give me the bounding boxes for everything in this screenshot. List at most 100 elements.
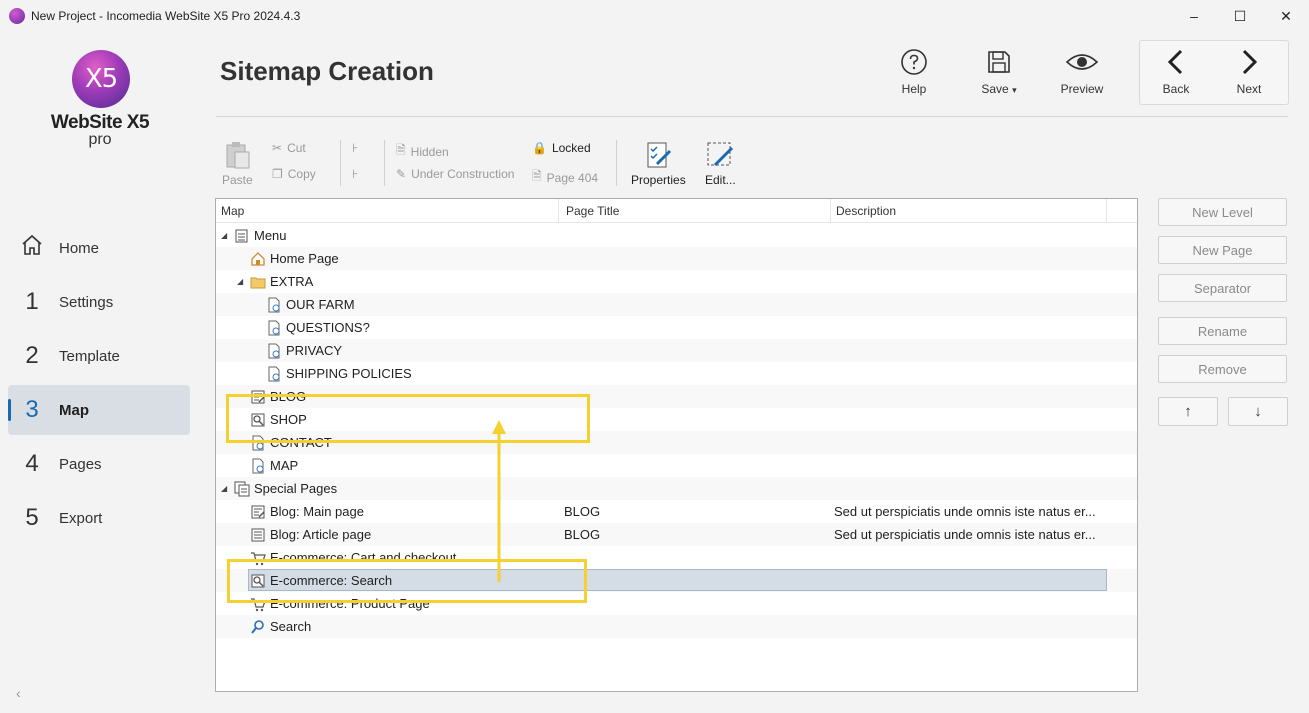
properties-button[interactable]: Properties xyxy=(631,140,686,187)
tree-row-page-title: BLOG xyxy=(564,504,601,519)
copy-icon: ❐ xyxy=(272,167,283,181)
tree-row-privacy[interactable]: PRIVACY xyxy=(216,339,1137,362)
tree-row-shipping-policies[interactable]: SHIPPING POLICIES xyxy=(216,362,1137,385)
back-label: Back xyxy=(1162,82,1190,96)
page404-toggle[interactable]: 🗎 Page 404 xyxy=(532,167,598,188)
under-construction-toggle[interactable]: ✎ Under Construction xyxy=(396,167,514,181)
nav-label: Pages xyxy=(59,455,102,473)
tree-row-label: MAP xyxy=(270,458,299,473)
paste-button[interactable]: Paste xyxy=(222,140,253,187)
nav-number: 2 xyxy=(25,342,39,369)
nav-item-export[interactable]: 5 Export xyxy=(8,493,190,543)
tree-row-blog-main-page[interactable]: Blog: Main page BLOG Sed ut perspiciatis… xyxy=(216,500,1137,523)
hidden-label: Hidden xyxy=(410,144,449,159)
chevron-left-icon xyxy=(1166,46,1186,78)
chevron-right-icon xyxy=(1239,46,1259,78)
move-down-button[interactable]: ↓ xyxy=(1228,397,1288,426)
hidden-toggle[interactable]: 🗎 Hidden xyxy=(396,141,449,162)
locked-label: Locked xyxy=(551,141,591,155)
page-icon xyxy=(252,458,264,473)
outdent-button[interactable]: ⊦ xyxy=(352,167,363,181)
annotation-box-ecommerce-search xyxy=(227,559,587,603)
window-title: New Project - Incomedia WebSite X5 Pro 2… xyxy=(31,9,301,23)
column-header-map[interactable]: Map xyxy=(221,204,244,218)
new-level-button[interactable]: New Level xyxy=(1158,198,1287,226)
edit-icon xyxy=(707,142,734,167)
tree-row-map[interactable]: MAP xyxy=(216,454,1137,477)
tree-row-blog-article-page[interactable]: Blog: Article page BLOG Sed ut perspicia… xyxy=(216,523,1137,546)
nav-item-pages[interactable]: 4 Pages xyxy=(8,439,190,489)
nav-item-template[interactable]: 2 Template xyxy=(8,331,190,381)
annotation-arrow-icon xyxy=(492,420,506,582)
under-construction-label: Under Construction xyxy=(411,167,515,181)
help-label: Help xyxy=(901,82,927,96)
collapse-sidebar-icon[interactable]: ‹ xyxy=(16,685,21,701)
outdent-icon: ⊦ xyxy=(352,167,359,181)
save-label: Save xyxy=(981,82,1009,96)
nav-item-home[interactable]: Home xyxy=(8,223,190,273)
column-divider[interactable] xyxy=(830,199,831,222)
preview-label: Preview xyxy=(1060,82,1104,96)
page-icon xyxy=(268,343,280,358)
tree-row-label: Search xyxy=(270,619,312,634)
column-header-page-title[interactable]: Page Title xyxy=(566,204,619,218)
nav-item-settings[interactable]: 1 Settings xyxy=(8,277,190,327)
save-icon xyxy=(985,46,1013,78)
column-divider[interactable] xyxy=(558,199,559,222)
move-up-button[interactable]: ↑ xyxy=(1158,397,1218,426)
tree-row-menu[interactable]: ◢ Menu xyxy=(216,224,1137,247)
sitemap-tree[interactable]: Map Page Title Description ◢ Menu Home P… xyxy=(215,198,1138,692)
back-button[interactable]: Back xyxy=(1146,46,1206,101)
edit-label: Edit... xyxy=(705,173,736,187)
tree-row-label: Blog: Main page xyxy=(270,504,364,519)
nav-label: Map xyxy=(59,401,89,419)
annotation-box-shop xyxy=(226,394,590,443)
column-header-description[interactable]: Description xyxy=(836,204,896,218)
remove-button[interactable]: Remove xyxy=(1158,355,1287,383)
help-button[interactable]: Help xyxy=(884,46,944,101)
next-button[interactable]: Next xyxy=(1219,46,1279,101)
app-icon xyxy=(9,8,25,24)
nav-number: 4 xyxy=(25,450,39,477)
nav-label: Export xyxy=(59,509,103,527)
hidden-page-icon: 🗎 xyxy=(396,143,406,157)
indent-icon: ⊦ xyxy=(352,141,359,155)
nav-label: Settings xyxy=(59,293,114,311)
toolbar-separator xyxy=(616,140,617,186)
cut-button[interactable]: ✂ Cut xyxy=(272,141,306,155)
minimize-button[interactable]: – xyxy=(1171,0,1217,32)
header-divider xyxy=(216,116,1288,117)
maximize-button[interactable]: ☐ xyxy=(1217,0,1263,32)
collapse-arrow-icon[interactable]: ◢ xyxy=(237,277,247,286)
rename-button[interactable]: Rename xyxy=(1158,317,1287,345)
tree-row-extra[interactable]: ◢ EXTRA xyxy=(216,270,1137,293)
tree-row-questions[interactable]: QUESTIONS? xyxy=(216,316,1137,339)
collapse-arrow-icon[interactable]: ◢ xyxy=(221,484,231,493)
logo: X5 WebSite X5 pro xyxy=(45,50,155,160)
preview-button[interactable]: Preview xyxy=(1052,46,1112,101)
title-bar: New Project - Incomedia WebSite X5 Pro 2… xyxy=(0,0,1309,32)
blog-icon xyxy=(251,505,265,518)
save-button[interactable]: Save ▾ xyxy=(969,46,1029,101)
nav-item-map[interactable]: 3 Map xyxy=(8,385,190,435)
locked-toggle[interactable]: 🔒 Locked xyxy=(532,141,591,155)
tree-row-search[interactable]: Search xyxy=(216,615,1137,638)
edit-button[interactable]: Edit... xyxy=(705,140,736,187)
collapse-arrow-icon[interactable]: ◢ xyxy=(221,231,231,240)
separator-button[interactable]: Separator xyxy=(1158,274,1287,302)
column-divider[interactable] xyxy=(1106,199,1107,222)
tree-row-label: Blog: Article page xyxy=(270,527,372,542)
save-dropdown-icon: ▾ xyxy=(1012,85,1017,95)
close-button[interactable]: ✕ xyxy=(1263,0,1309,32)
tree-row-home-page[interactable]: Home Page xyxy=(216,247,1137,270)
eye-icon xyxy=(1065,46,1099,78)
new-page-button[interactable]: New Page xyxy=(1158,236,1287,264)
indent-button[interactable]: ⊦ xyxy=(352,141,363,155)
tree-row-description: Sed ut perspiciatis unde omnis iste natu… xyxy=(834,527,1096,542)
tree-row-special-pages[interactable]: ◢ Special Pages xyxy=(216,477,1137,500)
construction-icon: ✎ xyxy=(396,167,407,181)
properties-label: Properties xyxy=(631,173,686,187)
tree-row-our-farm[interactable]: OUR FARM xyxy=(216,293,1137,316)
copy-button[interactable]: ❐ Copy xyxy=(272,167,316,181)
tree-row-label: SHIPPING POLICIES xyxy=(286,366,412,381)
